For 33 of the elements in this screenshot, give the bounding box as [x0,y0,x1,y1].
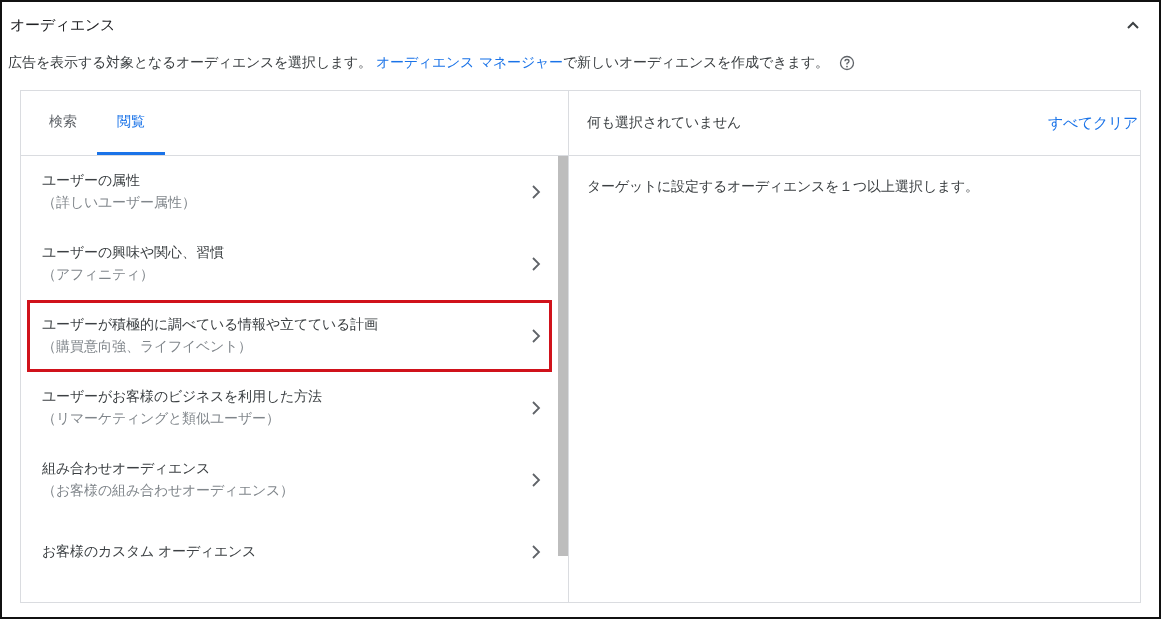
category-item[interactable]: 組み合わせオーディエンス （お客様の組み合わせオーディエンス） [27,444,552,516]
selection-hint: ターゲットに設定するオーディエンスを１つ以上選択します。 [587,178,980,196]
chevron-right-icon [531,257,541,271]
category-subtitle: （お客様の組み合わせオーディエンス） [42,482,294,500]
category-item[interactable]: ユーザーの属性 （詳しいユーザー属性） [27,156,552,228]
selection-status: 何も選択されていません [587,114,741,132]
chevron-right-icon [531,329,541,343]
category-title: ユーザーの属性 [42,172,141,190]
chevron-right-icon [531,545,541,559]
tab[interactable]: 閲覧 [97,91,165,155]
description: 広告を表示する対象となるオーディエンスを選択します。 オーディエンス マネージャーで新しいオーディエンスを作成できます。 [8,54,829,72]
category-title: ユーザーの興味や関心、習慣 [42,244,224,262]
tab[interactable]: 検索 [29,91,97,155]
category-item[interactable]: ユーザーがお客様のビジネスを利用した方法 （リマーケティングと類似ユーザー） [27,372,552,444]
help-icon[interactable] [838,55,855,71]
chevron-right-icon [531,401,541,415]
category-item[interactable]: ユーザーの興味や関心、習慣 （アフィニティ） [27,228,552,300]
category-subtitle: （購買意向強、ライフイベント） [42,338,253,356]
category-subtitle: （リマーケティングと類似ユーザー） [42,410,281,428]
category-title: お客様のカスタム オーディエンス [42,543,257,561]
category-subtitle: （詳しいユーザー属性） [42,194,196,212]
category-title: 組み合わせオーディエンス [42,460,211,478]
category-subtitle: （アフィニティ） [42,266,155,284]
chevron-right-icon [531,473,541,487]
category-item[interactable]: ユーザーが積極的に調べている情報や立てている計画 （購買意向強、ライフイベント） [27,300,552,372]
audience-manager-link[interactable]: オーディエンス マネージャー [376,54,563,70]
category-title: ユーザーが積極的に調べている情報や立てている計画 [42,316,378,334]
scrollbar-thumb[interactable] [558,156,568,556]
section-title: オーディエンス [10,15,115,35]
clear-all-link[interactable]: すべてクリア [1046,109,1140,137]
category-title: ユーザーがお客様のビジネスを利用した方法 [42,388,322,406]
category-item[interactable]: お客様のカスタム オーディエンス [27,516,552,588]
chevron-right-icon [531,185,541,199]
